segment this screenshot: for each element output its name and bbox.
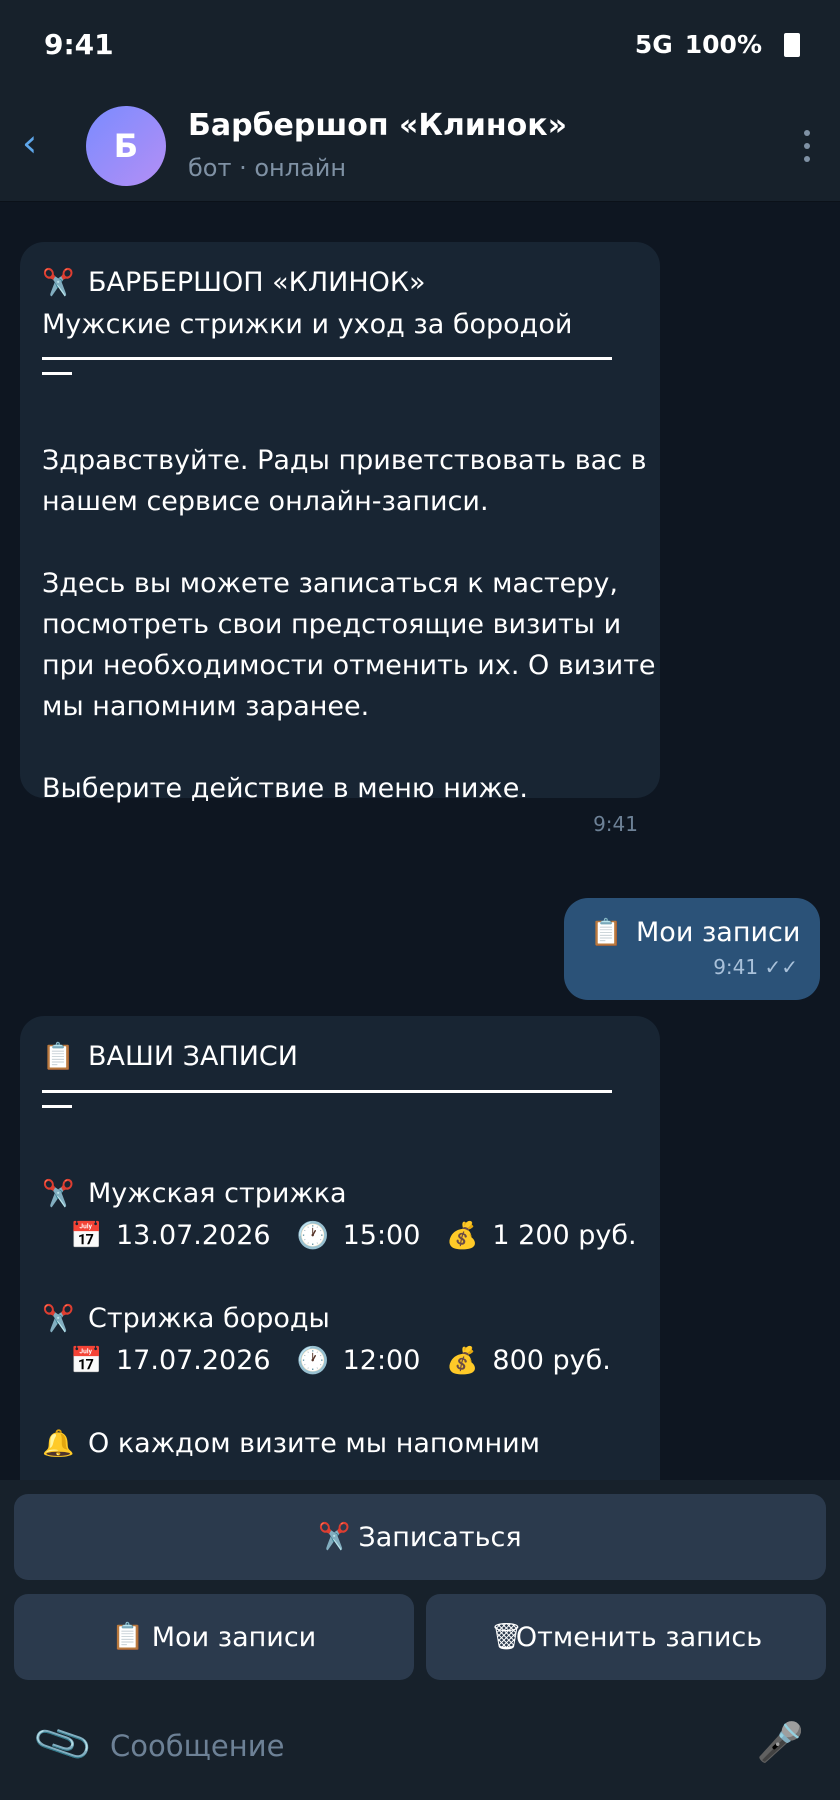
more-options-icon[interactable] <box>804 130 810 162</box>
user-message: 📋 Мои записи 9:41 ✓✓ <box>564 898 820 1000</box>
battery-icon <box>784 32 800 57</box>
avatar[interactable]: Б <box>86 106 166 186</box>
paperclip-icon[interactable]: 📎 <box>30 1711 96 1777</box>
welcome-text: Здравствуйте. Рады приветствовать вас в <box>42 445 647 476</box>
appointment-details: 📅 17.07.2026 🕐 12:00 💰 800 руб. <box>42 1340 638 1382</box>
appointments-message: 📋 ВАШИ ЗАПИСИ ✂️ Мужская стрижка 📅 13.07.20… <box>20 1016 660 1480</box>
back-arrow-icon[interactable]: ‹ <box>22 124 37 162</box>
chat-header: ‹ Б Барбершоп «Клинок» бот · онлайн <box>0 92 840 202</box>
chat-subtitle: бот · онлайн <box>188 154 347 182</box>
scissors-icon: ✂️ <box>318 1522 351 1552</box>
clipboard-icon: 📋 <box>111 1622 145 1652</box>
calendar-icon: 📅 <box>70 1221 103 1251</box>
divider-line <box>42 1090 612 1093</box>
clock-icon: 🕐 <box>296 1346 329 1376</box>
welcome-text: Выберите действие в меню ниже. <box>42 773 528 804</box>
welcome-message: ✂️ БАРБЕРШОП «КЛИНОК» Мужские стрижки и у… <box>20 242 660 836</box>
bot-reply-keyboard: ✂️ Записаться 📋 Мои записи 🗑 Отменить запис… <box>0 1480 840 1690</box>
book-button[interactable]: ✂️ Записаться <box>14 1494 826 1580</box>
message-input[interactable] <box>110 1718 730 1774</box>
welcome-text: посмотреть свои предстоящие визиты и <box>42 609 622 640</box>
microphone-icon[interactable]: 🎤 <box>757 1720 804 1765</box>
divider-dash <box>42 1105 72 1108</box>
welcome-text: мы напомним заранее. <box>42 691 370 722</box>
read-receipt-icon: ✓✓ <box>764 955 798 979</box>
status-indicators: 5G 100% <box>635 30 800 59</box>
money-bag-icon: 💰 <box>446 1221 479 1251</box>
welcome-text: Здесь вы можете записаться к мастеру, <box>42 568 618 599</box>
my-appointments-button[interactable]: 📋 Мои записи <box>14 1594 414 1680</box>
telegram-chat-screen: 9:41 5G 100% ‹ Б Барбершоп «Клинок» бот … <box>0 0 840 1800</box>
welcome-title-line: ✂️ БАРБЕРШОП «КЛИНОК» <box>42 262 638 304</box>
scissors-icon: ✂️ <box>42 1179 75 1209</box>
network-label: 5G <box>634 30 673 59</box>
reminder-text: 🔔 О каждом визите мы напомним <box>42 1423 638 1465</box>
welcome-tagline: Мужские стрижки и уход за бородой <box>42 309 573 340</box>
battery-label: 100% <box>684 30 762 59</box>
scissors-icon: ✂️ <box>42 268 75 298</box>
message-list[interactable]: ✂️ БАРБЕРШОП «КЛИНОК» Мужские стрижки и у… <box>0 202 840 1480</box>
bell-icon: 🔔 <box>42 1429 75 1459</box>
cancel-appointment-button[interactable]: 🗑 Отменить запись <box>426 1594 826 1680</box>
clock-icon: 🕐 <box>296 1221 329 1251</box>
wastebasket-icon: 🗑 <box>489 1622 523 1652</box>
appointment-service: ✂️ Мужская стрижка <box>42 1173 638 1215</box>
message-composer: 📎 🎤 <box>0 1690 840 1800</box>
welcome-text: нашем сервисе онлайн-записи. <box>42 486 489 517</box>
divider-line <box>42 357 612 360</box>
message-time: 9:41 <box>593 812 638 836</box>
money-bag-icon: 💰 <box>446 1346 479 1376</box>
welcome-text: при необходимости отменить их. О визите <box>42 650 656 681</box>
message-time: 9:41 ✓✓ <box>713 955 798 979</box>
user-message-text: 📋 Мои записи <box>590 912 800 954</box>
appointment-service: ✂️ Стрижка бороды <box>42 1298 638 1340</box>
appointments-title-line: 📋 ВАШИ ЗАПИСИ <box>42 1036 638 1078</box>
clipboard-icon: 📋 <box>590 918 623 948</box>
chat-title[interactable]: Барбершоп «Клинок» <box>188 108 567 143</box>
appointment-details: 📅 13.07.2026 🕐 15:00 💰 1 200 руб. <box>42 1215 638 1257</box>
divider-dash <box>42 372 72 375</box>
scissors-icon: ✂️ <box>42 1304 75 1334</box>
clipboard-icon: 📋 <box>42 1042 75 1072</box>
status-time: 9:41 <box>44 28 114 61</box>
calendar-icon: 📅 <box>70 1346 103 1376</box>
status-bar: 9:41 5G 100% <box>0 0 840 92</box>
